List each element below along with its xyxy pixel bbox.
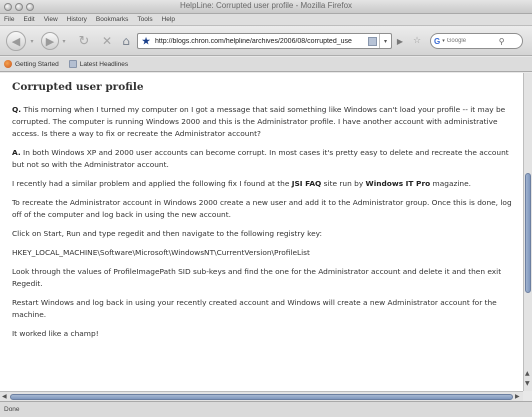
forward-history-dropdown[interactable]: ▾ bbox=[60, 37, 68, 45]
source-text: magazine. bbox=[430, 179, 471, 188]
source-text: site run by bbox=[321, 179, 366, 188]
go-arrow-icon: ▶ bbox=[396, 36, 404, 46]
bookmarks-toolbar: Getting Started Latest Headlines bbox=[0, 57, 532, 72]
search-input[interactable] bbox=[446, 38, 497, 44]
stop-icon: ✕ bbox=[101, 34, 113, 48]
chevron-down-icon: ▾ bbox=[30, 37, 34, 45]
scroll-right-icon[interactable]: ▶ bbox=[515, 393, 520, 400]
horizontal-scroll-thumb[interactable] bbox=[10, 394, 513, 400]
back-button[interactable]: ◀ bbox=[6, 31, 26, 51]
url-text[interactable]: http://blogs.chron.com/helpline/archives… bbox=[155, 38, 368, 45]
answer-paragraph: A. In both Windows XP and 2000 user acco… bbox=[12, 147, 520, 171]
source-paragraph: I recently had a similar problem and app… bbox=[12, 178, 520, 190]
menu-bar: File Edit View History Bookmarks Tools H… bbox=[0, 14, 532, 26]
go-button[interactable]: ▶ bbox=[394, 33, 406, 49]
vertical-scroll-thumb[interactable] bbox=[525, 173, 531, 293]
answer-label: A. bbox=[12, 148, 21, 157]
menu-file[interactable]: File bbox=[4, 16, 14, 23]
browser-window: HelpLine: Corrupted user profile - Mozil… bbox=[0, 0, 532, 417]
source-text: I recently had a similar problem and app… bbox=[12, 179, 292, 188]
home-button[interactable]: ⌂ bbox=[117, 32, 135, 50]
menu-help[interactable]: Help bbox=[162, 16, 175, 23]
home-icon: ⌂ bbox=[122, 34, 130, 48]
bookmark-label: Getting Started bbox=[15, 60, 59, 68]
horizontal-scrollbar[interactable]: ◀ ▶ bbox=[0, 391, 523, 401]
window-title: HelpLine: Corrupted user profile - Mozil… bbox=[179, 1, 353, 10]
scroll-left-icon[interactable]: ◀ bbox=[2, 393, 7, 400]
closing-paragraph: It worked like a champ! bbox=[12, 329, 99, 338]
star-icon: ☆ bbox=[412, 36, 422, 46]
bookmark-latest-headlines[interactable]: Latest Headlines bbox=[68, 60, 129, 68]
search-box[interactable]: G ▾ ⚲ bbox=[430, 33, 523, 49]
restart-paragraph: Restart Windows and log back in using yo… bbox=[12, 298, 497, 319]
menu-edit[interactable]: Edit bbox=[23, 16, 34, 23]
question-label: Q. bbox=[12, 105, 22, 114]
question-paragraph: Q. This morning when I turned my compute… bbox=[12, 104, 520, 140]
chevron-down-icon[interactable]: ▾ bbox=[442, 38, 445, 44]
address-bar[interactable]: ★ http://blogs.chron.com/helpline/archiv… bbox=[137, 33, 392, 49]
menu-view[interactable]: View bbox=[44, 16, 58, 23]
reload-button[interactable]: ↻ bbox=[75, 32, 93, 50]
menu-history[interactable]: History bbox=[67, 16, 87, 23]
registry-key: HKEY_LOCAL_MACHINE\Software\Microsoft\Wi… bbox=[12, 248, 310, 257]
search-icon[interactable]: ⚲ bbox=[499, 37, 505, 46]
url-dropdown-button[interactable]: ▾ bbox=[379, 34, 391, 48]
title-bar: HelpLine: Corrupted user profile - Mozil… bbox=[0, 0, 532, 14]
back-history-dropdown[interactable]: ▾ bbox=[28, 37, 36, 45]
reload-icon: ↻ bbox=[78, 33, 90, 49]
vertical-scrollbar[interactable]: ▲ ▼ bbox=[523, 73, 532, 391]
navigation-toolbar: ◀ ▾ ▶ ▾ ↻ ✕ ⌂ ★ http://blogs.chron.com/h… bbox=[0, 26, 532, 56]
status-text: Done bbox=[4, 406, 20, 413]
google-engine-icon[interactable]: G bbox=[434, 37, 440, 46]
answer-text: In both Windows XP and 2000 user account… bbox=[12, 148, 509, 169]
jsi-faq-link[interactable]: JSI FAQ bbox=[292, 179, 322, 188]
chevron-down-icon: ▾ bbox=[62, 37, 66, 45]
feed-icon[interactable] bbox=[368, 36, 377, 46]
question-text: This morning when I turned my computer o… bbox=[12, 105, 506, 138]
forward-button[interactable]: ▶ bbox=[41, 32, 59, 50]
profile-paragraph: Look through the values of ProfileImageP… bbox=[12, 267, 502, 288]
status-bar: Done bbox=[0, 401, 532, 417]
bookmark-star-button[interactable]: ☆ bbox=[410, 34, 424, 48]
menu-tools[interactable]: Tools bbox=[137, 16, 152, 23]
menu-bookmarks[interactable]: Bookmarks bbox=[96, 16, 129, 23]
firefox-icon bbox=[4, 60, 12, 68]
scroll-down-icon[interactable]: ▼ bbox=[525, 380, 530, 387]
feed-icon bbox=[68, 60, 77, 68]
scroll-up-icon[interactable]: ▲ bbox=[525, 370, 530, 377]
page-content: Corrupted user profile Q. This morning w… bbox=[0, 73, 523, 391]
bookmark-label: Latest Headlines bbox=[79, 60, 129, 68]
article-title: Corrupted user profile bbox=[12, 81, 144, 93]
site-favicon-icon: ★ bbox=[142, 36, 151, 46]
bookmark-getting-started[interactable]: Getting Started bbox=[4, 60, 59, 68]
windows-it-pro-link[interactable]: Windows IT Pro bbox=[366, 179, 431, 188]
forward-arrow-icon: ▶ bbox=[45, 34, 55, 48]
recreate-paragraph: To recreate the Administrator account in… bbox=[12, 198, 512, 219]
back-arrow-icon: ◀ bbox=[11, 34, 21, 48]
stop-button[interactable]: ✕ bbox=[98, 32, 116, 50]
regedit-paragraph: Click on Start, Run and type regedit and… bbox=[12, 229, 323, 238]
